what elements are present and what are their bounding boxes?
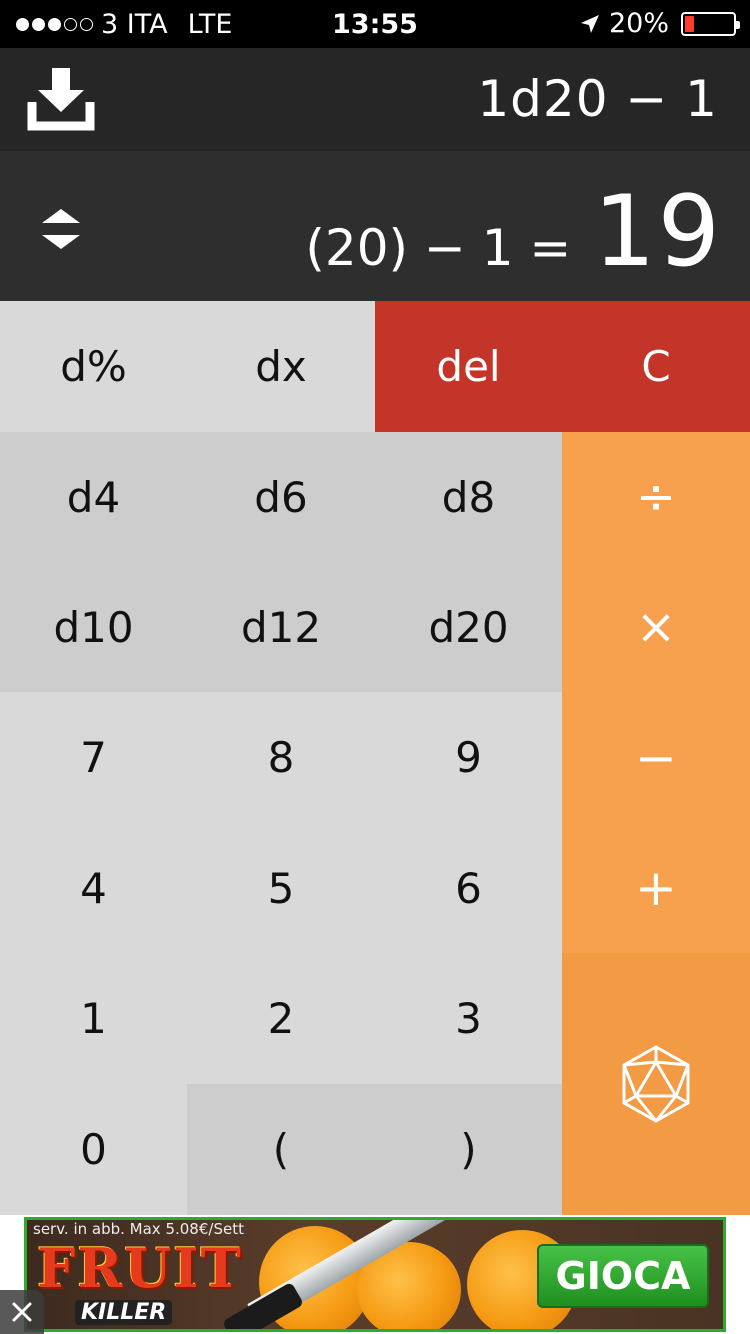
d20-die-icon <box>622 1045 690 1123</box>
key-d-percent[interactable]: d% <box>0 301 187 432</box>
key-8[interactable]: 8 <box>187 692 375 823</box>
key-4[interactable]: 4 <box>0 823 187 953</box>
key-9[interactable]: 9 <box>375 692 562 823</box>
key-d6[interactable]: d6 <box>187 432 375 562</box>
ad-close-button[interactable] <box>0 1290 44 1334</box>
expression-bar: 1d20 − 1 <box>0 48 750 151</box>
key-7[interactable]: 7 <box>0 692 187 823</box>
key-minus[interactable]: − <box>562 692 750 823</box>
battery-icon <box>681 11 740 36</box>
download-icon[interactable] <box>22 66 100 132</box>
key-divide[interactable]: ÷ <box>562 432 750 562</box>
expand-collapse-icon[interactable] <box>38 203 84 253</box>
location-arrow-icon <box>580 14 599 33</box>
key-delete[interactable]: del <box>375 301 562 432</box>
key-dx[interactable]: dx <box>187 301 375 432</box>
result-value: 19 <box>593 175 722 289</box>
key-2[interactable]: 2 <box>187 953 375 1084</box>
status-right: 20% <box>579 8 740 39</box>
key-d12[interactable]: d12 <box>187 562 375 692</box>
close-icon <box>12 1302 32 1322</box>
expression-input: 1d20 − 1 <box>477 70 718 128</box>
key-clear[interactable]: C <box>562 301 750 432</box>
key-0[interactable]: 0 <box>0 1084 187 1215</box>
status-bar: 3 ITA LTE 13:55 20% <box>0 0 750 48</box>
ad-title: FRUIT <box>37 1236 243 1300</box>
ad-banner[interactable]: serv. in abb. Max 5.08€/Sett FRUIT KILLE… <box>0 1215 750 1334</box>
key-d8[interactable]: d8 <box>375 432 562 562</box>
result-display: (20) − 1 = 19 <box>305 175 722 289</box>
key-1[interactable]: 1 <box>0 953 187 1084</box>
key-d4[interactable]: d4 <box>0 432 187 562</box>
key-roll[interactable] <box>562 953 750 1215</box>
key-plus[interactable]: + <box>562 823 750 953</box>
key-open-paren[interactable]: ( <box>187 1084 375 1215</box>
key-multiply[interactable]: × <box>562 562 750 692</box>
ad-subtitle: KILLER <box>75 1300 173 1325</box>
key-5[interactable]: 5 <box>187 823 375 953</box>
ad-play-button[interactable]: GIOCA <box>537 1244 709 1308</box>
result-calculation: (20) − 1 = <box>305 219 572 277</box>
result-bar: (20) − 1 = 19 <box>0 151 750 301</box>
key-3[interactable]: 3 <box>375 953 562 1084</box>
battery-percent: 20% <box>608 8 669 39</box>
key-d20[interactable]: d20 <box>375 562 562 692</box>
ad-content[interactable]: serv. in abb. Max 5.08€/Sett FRUIT KILLE… <box>24 1217 726 1332</box>
key-close-paren[interactable]: ) <box>375 1084 562 1215</box>
key-d10[interactable]: d10 <box>0 562 187 692</box>
keypad: d% dx del C d4 d6 d8 ÷ d10 d12 d20 × 7 8… <box>0 301 750 1215</box>
key-6[interactable]: 6 <box>375 823 562 953</box>
